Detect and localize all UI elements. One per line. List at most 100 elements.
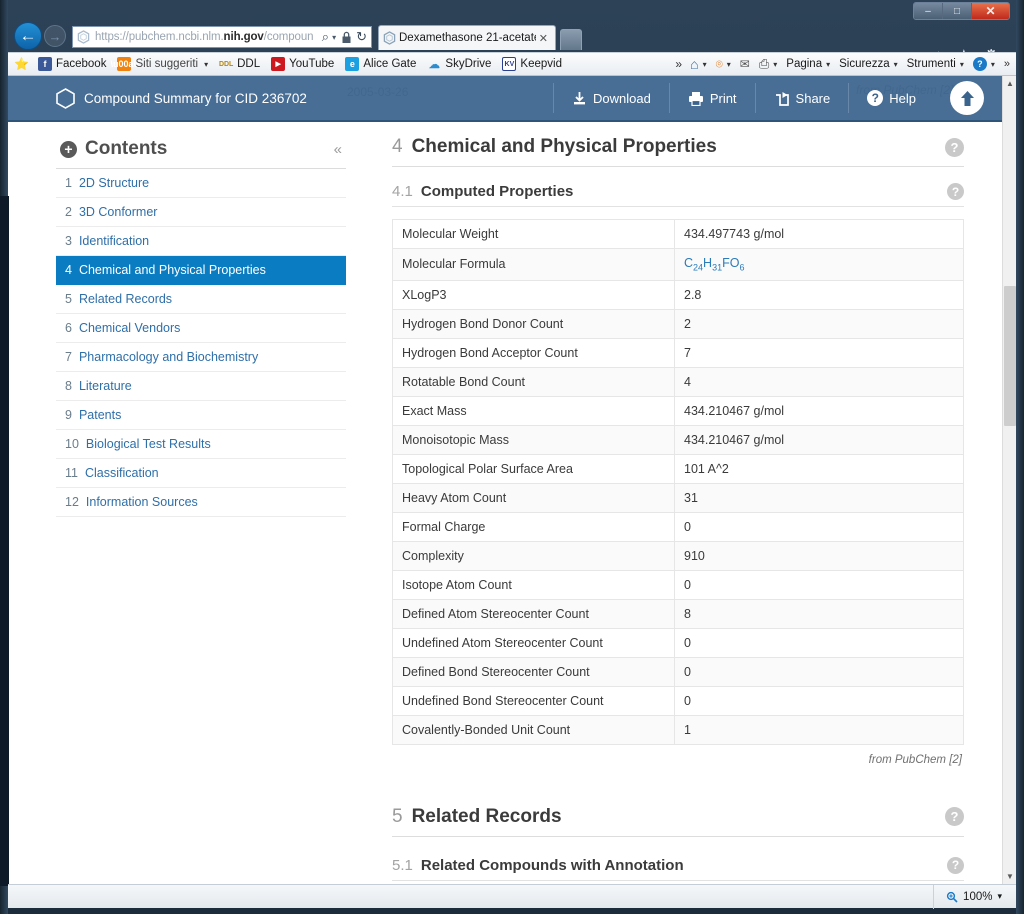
sidebar-item-literature[interactable]: 8 Literature bbox=[56, 372, 346, 401]
section-51-help-icon[interactable]: ? bbox=[947, 856, 964, 874]
favorites-bar: ⭐ f Facebook \u00a0 Siti suggeriti ▾ DDL… bbox=[8, 52, 1016, 76]
help-label: Help bbox=[889, 90, 916, 106]
molecular-formula-link[interactable]: C24H31FO6 bbox=[684, 256, 744, 273]
table-row: Topological Polar Surface Area 101 A^2 bbox=[392, 453, 964, 484]
refresh-icon[interactable]: ↻ bbox=[356, 29, 367, 45]
page-scrollbar[interactable]: ▲ ▼ bbox=[1002, 76, 1016, 884]
cmd-menu-strumenti[interactable]: Strumenti ▾ bbox=[907, 58, 964, 70]
table-row: Complexity 910 bbox=[392, 540, 964, 571]
download-label: Download bbox=[592, 90, 651, 106]
sidebar-item-label: Pharmacology and Biochemistry bbox=[78, 350, 259, 364]
address-url: https://pubchem.ncbi.nlm.nih.gov/compoun bbox=[95, 31, 322, 43]
sidebar-item-biological-test-results[interactable]: 10 Biological Test Results bbox=[56, 430, 346, 459]
new-tab-button[interactable] bbox=[560, 29, 582, 50]
print-button[interactable]: Print bbox=[668, 83, 755, 113]
sidebar-item-number: 3 bbox=[65, 234, 72, 248]
forward-button[interactable]: → bbox=[44, 25, 66, 47]
favorite-youtube[interactable]: ▶ YouTube bbox=[271, 57, 334, 71]
contents-title: Contents bbox=[85, 138, 168, 159]
sidebar-item-label: 2D Structure bbox=[78, 176, 150, 190]
scrollbar-thumb[interactable] bbox=[1004, 286, 1016, 426]
property-name: Undefined Bond Stereocenter Count bbox=[392, 685, 675, 716]
share-button[interactable]: Share bbox=[754, 83, 849, 113]
section-4-help-icon[interactable]: ? bbox=[945, 137, 964, 157]
scroll-down-arrow[interactable]: ▼ bbox=[1003, 869, 1016, 884]
favorites-overflow-icon[interactable]: » bbox=[675, 57, 682, 71]
property-value[interactable]: C24H31FO6 bbox=[674, 248, 964, 281]
table-row: Isotope Atom Count 0 bbox=[392, 569, 964, 600]
sidebar-item-3d-conformer[interactable]: 2 3D Conformer bbox=[56, 198, 346, 227]
cmd-help-icon[interactable]: ? ▾ bbox=[972, 57, 995, 71]
sidebar-item-identification[interactable]: 3 Identification bbox=[56, 227, 346, 256]
property-value: 7 bbox=[674, 337, 964, 368]
table-row: Defined Bond Stereocenter Count 0 bbox=[392, 656, 964, 687]
sidebar-item-classification[interactable]: 11 Classification bbox=[56, 459, 346, 488]
favorite-facebook[interactable]: f Facebook bbox=[37, 57, 106, 71]
add-favorite-icon[interactable]: ⭐ bbox=[14, 57, 29, 71]
main-column: 4 Chemical and Physical Properties ? 4.1… bbox=[392, 136, 964, 884]
cmd-feeds-icon[interactable]: ⌾ ▾ bbox=[716, 57, 731, 72]
table-row: Defined Atom Stereocenter Count 8 bbox=[392, 598, 964, 629]
collapse-sidebar-icon[interactable]: « bbox=[334, 141, 342, 158]
tab-close-icon[interactable]: ✕ bbox=[536, 32, 551, 45]
close-button[interactable]: ✕ bbox=[972, 3, 1009, 19]
cmd-home-icon[interactable]: ⌂ ▾ bbox=[690, 56, 706, 72]
cmd-menu-sicurezza[interactable]: Sicurezza ▾ bbox=[839, 58, 898, 70]
section-41-help-icon[interactable]: ? bbox=[947, 183, 964, 200]
table-of-contents: 1 2D Structure 2 3D Conformer 3 Identificatio… bbox=[56, 169, 346, 517]
favorite-skydrive[interactable]: ☁ SkyDrive bbox=[427, 57, 492, 71]
expand-all-icon[interactable]: + bbox=[60, 140, 77, 158]
sidebar-item-2d-structure[interactable]: 1 2D Structure bbox=[56, 169, 346, 198]
address-bar[interactable]: https://pubchem.ncbi.nlm.nih.gov/compoun… bbox=[72, 26, 372, 48]
maximize-button[interactable]: □ bbox=[943, 3, 972, 19]
scroll-to-top-button[interactable] bbox=[950, 81, 984, 115]
sidebar-item-number: 9 bbox=[65, 408, 72, 422]
sidebar-item-pharmacology-and-biochemistry[interactable]: 7 Pharmacology and Biochemistry bbox=[56, 343, 346, 372]
address-dropdown-icon[interactable]: ▾ bbox=[332, 33, 336, 42]
sidebar-item-patents[interactable]: 9 Patents bbox=[56, 401, 346, 430]
pubchem-brand: Compound Summary for CID 236702 bbox=[56, 87, 307, 109]
properties-source-note: from PubChem [2] bbox=[868, 753, 962, 766]
url-suffix: /compoun bbox=[263, 31, 314, 43]
sidebar-item-label: Patents bbox=[78, 408, 122, 422]
cmd-menu-pagina[interactable]: Pagina ▾ bbox=[786, 58, 830, 70]
favorite-label: Alice Gate bbox=[363, 58, 417, 70]
zoom-level-label: 100% bbox=[963, 890, 993, 903]
search-icon[interactable]: ⌕ bbox=[322, 29, 329, 45]
section-5-help-icon[interactable]: ? bbox=[945, 807, 964, 826]
scroll-up-arrow[interactable]: ▲ bbox=[1003, 76, 1016, 91]
title-bar: – □ ✕ bbox=[0, 0, 1024, 22]
property-name: Heavy Atom Count bbox=[392, 482, 675, 513]
hexagon-logo-icon bbox=[56, 87, 75, 109]
minimize-button[interactable]: – bbox=[914, 3, 943, 19]
sidebar-item-label: 3D Conformer bbox=[78, 205, 158, 219]
property-value: 434.210467 g/mol bbox=[674, 395, 964, 426]
cmd-mail-icon[interactable]: ✉ bbox=[740, 57, 750, 71]
sidebar-item-number: 10 bbox=[65, 437, 79, 451]
sidebar-item-chemical-and-physical-properties[interactable]: 4 Chemical and Physical Properties bbox=[56, 256, 346, 285]
sidebar-item-label: Chemical and Physical Properties bbox=[78, 263, 266, 277]
back-button[interactable]: ← bbox=[14, 22, 42, 50]
browser-tab[interactable]: Dexamethasone 21-acetate ... ✕ bbox=[378, 25, 556, 50]
zoom-dropdown-icon[interactable]: ▾ bbox=[997, 891, 1002, 902]
chevron-down-icon[interactable]: ▾ bbox=[204, 60, 208, 69]
sidebar-item-number: 7 bbox=[65, 350, 72, 364]
favorite-alice-gate[interactable]: e Alice Gate bbox=[345, 57, 416, 71]
command-bar-overflow-icon[interactable]: » bbox=[1004, 58, 1010, 70]
favorite-ddl[interactable]: DDL DDL bbox=[219, 57, 260, 71]
property-value: 434.210467 g/mol bbox=[674, 424, 964, 455]
sidebar-item-information-sources[interactable]: 12 Information Sources bbox=[56, 488, 346, 517]
zoom-control[interactable]: 100% ▾ bbox=[933, 884, 1016, 909]
download-button[interactable]: Download bbox=[552, 83, 669, 113]
table-row: Monoisotopic Mass 434.210467 g/mol bbox=[392, 424, 964, 455]
favorite-siti-suggeriti[interactable]: \u00a0 Siti suggeriti ▾ bbox=[110, 57, 208, 71]
section-51-heading: 5.1 Related Compounds with Annotation ? bbox=[392, 856, 964, 881]
favorite-keepvid[interactable]: KV Keepvid bbox=[502, 57, 562, 71]
favorite-label: Keepvid bbox=[520, 58, 562, 70]
share-icon bbox=[775, 91, 789, 106]
help-button[interactable]: ? Help bbox=[848, 83, 934, 113]
property-value: 434.497743 g/mol bbox=[674, 219, 964, 249]
sidebar-item-chemical-vendors[interactable]: 6 Chemical Vendors bbox=[56, 314, 346, 343]
cmd-print-icon[interactable]: ⎙ ▾ bbox=[759, 56, 777, 72]
sidebar-item-related-records[interactable]: 5 Related Records bbox=[56, 285, 346, 314]
